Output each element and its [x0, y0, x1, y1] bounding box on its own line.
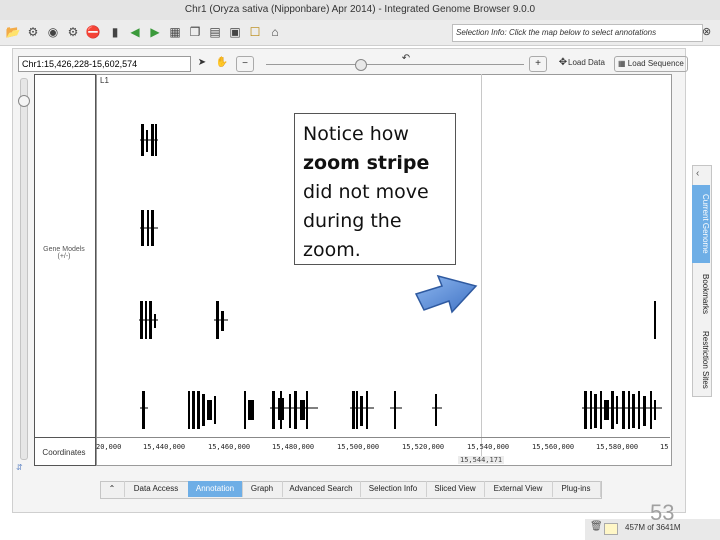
gear-icon[interactable]: ⚙ — [64, 23, 82, 41]
zoom-out-button[interactable]: − — [236, 56, 254, 72]
tab-graph[interactable]: Graph — [242, 481, 283, 497]
axis-tick: 15,480,000 — [272, 443, 315, 451]
tab-selection-info[interactable]: Selection Info — [360, 481, 427, 497]
callout-line: zoom. — [303, 239, 361, 261]
callout-emphasis: zoom stripe — [303, 152, 430, 174]
close-icon[interactable]: ⊗ — [702, 25, 711, 38]
tab-sliced-view[interactable]: Sliced View — [426, 481, 485, 497]
gene-model-group[interactable] — [139, 301, 656, 339]
zoom-slider-track[interactable] — [266, 64, 524, 65]
axis-tick: 15,560,000 — [532, 443, 575, 451]
comment-icon[interactable]: ☐ — [246, 23, 264, 41]
gene-model-group[interactable] — [140, 391, 662, 429]
axis-tick: 15 — [660, 443, 669, 451]
coordinate-axis — [96, 437, 670, 438]
axis-tick: 15,500,000 — [337, 443, 380, 451]
hand-scroll-icon[interactable]: ✋ — [214, 56, 230, 70]
gene-model-group[interactable] — [140, 210, 158, 246]
axis-tick: 15,580,000 — [596, 443, 639, 451]
panel-icon[interactable]: ▣ — [226, 23, 244, 41]
selection-info-label: Selection Info: — [456, 28, 507, 37]
gene-models-strand: (+/-) — [57, 253, 71, 260]
sequence-icon: ▦ — [618, 59, 626, 68]
axis-tick: 15,540,000 — [467, 443, 510, 451]
tab-annotation[interactable]: Annotation — [188, 481, 243, 497]
tab-bookmarks[interactable]: Bookmarks — [692, 267, 710, 321]
layout-icon[interactable]: ▤ — [206, 23, 224, 41]
vertical-zoom-thumb[interactable] — [18, 95, 30, 107]
options-icon[interactable]: ⚙ — [24, 23, 42, 41]
selection-info-text: Click the map below to select annotation… — [508, 28, 657, 37]
stop-icon[interactable]: ⛔ — [84, 23, 102, 41]
gene-model-group[interactable] — [140, 124, 158, 156]
home-icon[interactable]: ⌂ — [266, 23, 284, 41]
stretch-icon[interactable]: ⇵ — [16, 463, 23, 472]
tab-external-view[interactable]: External View — [484, 481, 553, 497]
copy-icon[interactable]: ❐ — [186, 23, 204, 41]
gene-models-label: Gene Models — [43, 246, 85, 253]
camera-icon[interactable]: ◉ — [44, 23, 62, 41]
axis-tick: 20,000 — [96, 443, 122, 451]
annotation-callout: Notice how zoom stripe did not move duri… — [294, 113, 456, 265]
axis-tick: 15,520,000 — [402, 443, 445, 451]
tab-advanced-search[interactable]: Advanced Search — [282, 481, 361, 497]
vertical-zoom-slider[interactable] — [20, 78, 28, 460]
bookmark-icon[interactable]: ▮ — [106, 23, 124, 41]
load-data-label: Load Data — [568, 58, 605, 67]
callout-line: did not move — [303, 181, 429, 203]
coordinates-track-label[interactable]: Coordinates — [36, 448, 92, 457]
load-data-button[interactable]: Load Data — [560, 56, 605, 70]
chevron-left-icon[interactable]: ‹ — [696, 168, 699, 179]
zoom-slider-thumb[interactable] — [355, 59, 367, 71]
load-sequence-label: Load Sequence — [627, 59, 684, 68]
table-icon[interactable]: ▦ — [166, 23, 184, 41]
cursor-icon: ↶ — [401, 53, 411, 64]
callout-line: during the — [303, 210, 402, 232]
zoom-in-button[interactable]: + — [529, 56, 547, 72]
forward-icon[interactable]: ▶ — [146, 23, 164, 41]
callout-line: Notice how — [303, 123, 409, 145]
load-sequence-button[interactable]: ▦ Load Sequence — [614, 56, 688, 72]
gene-models-track-label[interactable]: Gene Models (+/-) — [36, 246, 92, 260]
selection-info-field: Selection Info: Click the map below to s… — [452, 24, 703, 42]
back-icon[interactable]: ◀ — [126, 23, 144, 41]
memory-indicator — [604, 523, 618, 535]
trash-icon[interactable]: 🗑 — [590, 521, 603, 532]
tab-plug-ins[interactable]: Plug-ins — [552, 481, 601, 497]
tab-data-access[interactable]: Data Access — [124, 481, 189, 497]
label-divider — [34, 437, 96, 438]
window-title: Chr1 (Oryza sativa (Nipponbare) Apr 2014… — [0, 0, 720, 21]
open-file-icon[interactable]: 📂 — [4, 23, 22, 41]
axis-tick: 15,440,000 — [143, 443, 186, 451]
track-label-pane — [34, 74, 96, 466]
axis-tick: 15,460,000 — [208, 443, 251, 451]
zoom-stripe-position: 15,544,171 — [458, 456, 505, 464]
coordinates-input[interactable]: Chr1:15,426,228-15,602,574 — [18, 56, 191, 72]
select-arrow-icon[interactable]: ➤ — [194, 56, 210, 70]
collapse-icon[interactable]: ⌃ — [100, 481, 125, 497]
slide-number: 53 — [650, 500, 675, 525]
tab-current-genome[interactable]: Current Genome — [692, 185, 710, 263]
callout-arrow-icon — [414, 274, 478, 314]
tab-restriction-sites[interactable]: Restriction Sites — [692, 325, 710, 395]
